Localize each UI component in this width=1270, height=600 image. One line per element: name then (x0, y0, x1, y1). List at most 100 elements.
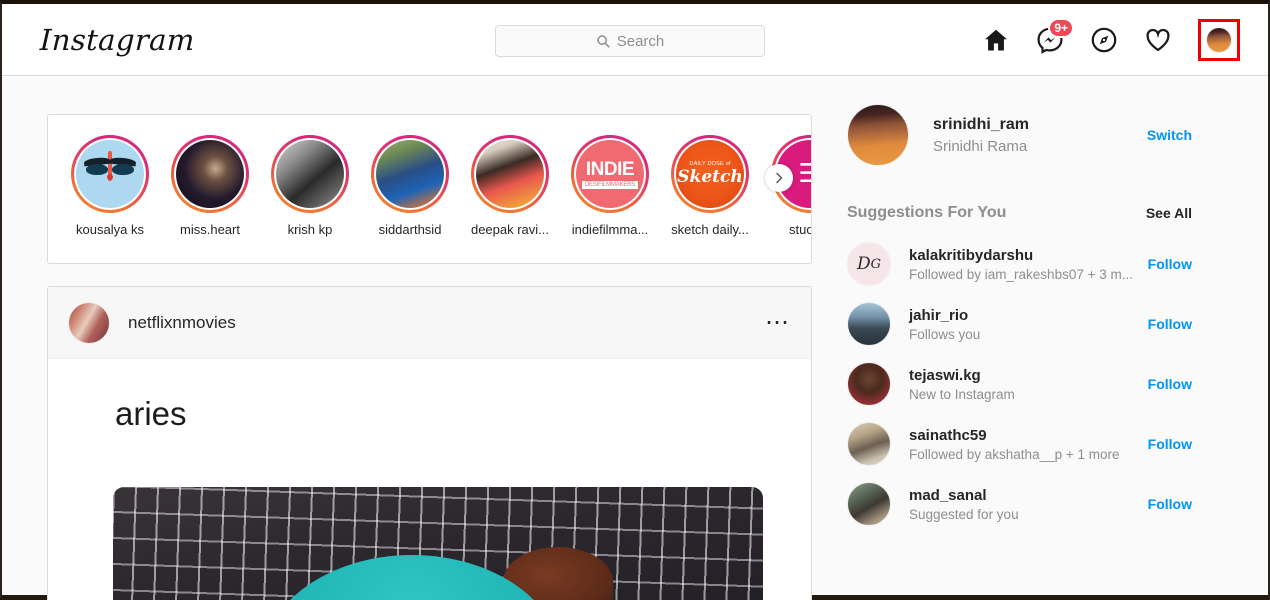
suggestion-username[interactable]: sainathc59 (909, 427, 1120, 444)
suggestion-username[interactable]: kalakritibydarshu (909, 247, 1133, 264)
story-item[interactable]: miss.heart (170, 135, 250, 237)
story-ring (271, 135, 349, 213)
list-item[interactable]: sainathc59 Followed by akshatha__p + 1 m… (847, 414, 1247, 474)
story-item[interactable]: DAILY DOSE of Sketch sketch daily... (670, 135, 750, 237)
suggestion-text: sainathc59 Followed by akshatha__p + 1 m… (909, 427, 1120, 462)
story-label: kousalya ks (76, 222, 144, 237)
indie-logo-icon: INDIE DESIFILMMAKERS (576, 140, 644, 208)
post-author-username[interactable]: netflixnmovies (128, 313, 236, 333)
switch-account-button[interactable]: Switch (1147, 127, 1192, 143)
story-label: indiefilmma... (571, 222, 649, 237)
krishna-illustration-icon (76, 140, 144, 208)
search-input[interactable]: Search (495, 25, 765, 57)
story-thumb (376, 140, 444, 208)
search-icon (597, 35, 610, 48)
stories-tray: kousalya ks miss.heart krish kp siddarth… (47, 114, 812, 264)
search-placeholder: Search (616, 32, 665, 50)
app-header: Instagram Search 9+ (2, 4, 1268, 76)
header-nav-icons: 9+ (982, 4, 1240, 76)
compass-icon-glyph (1091, 27, 1117, 53)
right-sidebar: srinidhi_ram Srinidhi Rama Switch Sugges… (847, 76, 1247, 534)
story-ring (71, 135, 149, 213)
suggestion-avatar[interactable] (847, 302, 891, 346)
story-label: miss.heart (180, 222, 240, 237)
suggestion-subtitle: New to Instagram (909, 386, 1015, 402)
story-thumb (76, 140, 144, 208)
home-icon-glyph (985, 29, 1007, 51)
sketch-logo-icon: DAILY DOSE of Sketch (676, 140, 744, 208)
messenger-badge: 9+ (1048, 18, 1074, 38)
list-item[interactable]: mad_sanal Suggested for you Follow (847, 474, 1247, 534)
stories-next-button[interactable] (765, 164, 793, 192)
more-options-icon[interactable]: ⋯ (765, 310, 791, 334)
story-label: deepak ravi... (470, 222, 550, 237)
profile-avatar-highlight[interactable] (1198, 19, 1240, 61)
current-user-avatar[interactable] (847, 104, 909, 166)
story-item[interactable]: deepak ravi... (470, 135, 550, 237)
stories-strip[interactable]: kousalya ks miss.heart krish kp siddarth… (70, 135, 811, 237)
main-content: kousalya ks miss.heart krish kp siddarth… (2, 76, 1268, 600)
follow-button[interactable]: Follow (1148, 436, 1192, 452)
instagram-window: Instagram Search 9+ kousalya ks miss.hea… (0, 0, 1270, 600)
post-author-avatar[interactable] (68, 301, 110, 344)
suggestions-list: DG kalakritibydarshu Followed by iam_rak… (847, 234, 1247, 534)
suggestion-username[interactable]: tejaswi.kg (909, 367, 1015, 384)
story-label: sketch daily... (671, 222, 749, 237)
list-item[interactable]: tejaswi.kg New to Instagram Follow (847, 354, 1247, 414)
follow-button[interactable]: Follow (1148, 256, 1192, 272)
home-icon[interactable] (982, 26, 1010, 54)
suggestion-text: kalakritibydarshu Followed by iam_rakesh… (909, 247, 1133, 282)
post-media[interactable]: aries (48, 359, 811, 600)
story-ring (371, 135, 449, 213)
suggestion-avatar[interactable]: DG (847, 242, 891, 286)
suggestions-title: Suggestions For You (847, 204, 1007, 221)
suggestion-subtitle: Followed by iam_rakeshbs07 + 3 m... (909, 266, 1133, 282)
story-thumb: DAILY DOSE of Sketch (676, 140, 744, 208)
profile-avatar[interactable] (1206, 27, 1232, 53)
current-user-text: srinidhi_ram Srinidhi Rama (933, 116, 1029, 155)
suggestion-username[interactable]: jahir_rio (909, 307, 980, 324)
suggestion-subtitle: Suggested for you (909, 506, 1019, 522)
feed-post: netflixnmovies ⋯ aries (47, 286, 812, 600)
see-all-button[interactable]: See All (1146, 205, 1192, 221)
story-item[interactable]: krish kp (270, 135, 350, 237)
suggestion-subtitle: Followed by akshatha__p + 1 more (909, 446, 1120, 462)
story-ring (471, 135, 549, 213)
story-item[interactable]: INDIE DESIFILMMAKERS indiefilmma... (570, 135, 650, 237)
story-label: siddarthsid (378, 222, 442, 237)
heart-icon-glyph (1146, 28, 1170, 52)
sketch-logo-line2: Sketch (677, 166, 743, 187)
suggestion-avatar[interactable] (847, 482, 891, 526)
post-caption-text: aries (115, 395, 187, 432)
indie-logo-line2: DESIFILMMAKERS (581, 180, 639, 189)
messenger-icon[interactable]: 9+ (1036, 18, 1074, 54)
post-header: netflixnmovies ⋯ (48, 287, 811, 359)
follow-button[interactable]: Follow (1148, 376, 1192, 392)
story-ring: INDIE DESIFILMMAKERS (571, 135, 649, 213)
story-label: krish kp (287, 222, 333, 237)
story-item[interactable]: kousalya ks (70, 135, 150, 237)
story-item[interactable]: siddarthsid (370, 135, 450, 237)
dg-monogram-icon: DG (856, 254, 882, 274)
story-thumb (276, 140, 344, 208)
suggestion-text: mad_sanal Suggested for you (909, 487, 1019, 522)
follow-button[interactable]: Follow (1148, 316, 1192, 332)
story-thumb (176, 140, 244, 208)
story-thumb: INDIE DESIFILMMAKERS (576, 140, 644, 208)
heart-icon[interactable] (1144, 26, 1172, 54)
compass-icon[interactable] (1090, 26, 1118, 54)
follow-button[interactable]: Follow (1148, 496, 1192, 512)
list-item[interactable]: jahir_rio Follows you Follow (847, 294, 1247, 354)
indie-logo-line1: INDIE (585, 158, 635, 180)
suggestion-avatar[interactable] (847, 422, 891, 466)
search-container: Search (495, 25, 765, 57)
current-user-row: srinidhi_ram Srinidhi Rama Switch (847, 76, 1247, 166)
story-ring (171, 135, 249, 213)
suggestion-avatar[interactable] (847, 362, 891, 406)
post-image (113, 487, 763, 600)
story-thumb (476, 140, 544, 208)
instagram-logo[interactable]: Instagram (39, 23, 195, 57)
current-user-username[interactable]: srinidhi_ram (933, 116, 1029, 134)
list-item[interactable]: DG kalakritibydarshu Followed by iam_rak… (847, 234, 1247, 294)
suggestion-username[interactable]: mad_sanal (909, 487, 1019, 504)
